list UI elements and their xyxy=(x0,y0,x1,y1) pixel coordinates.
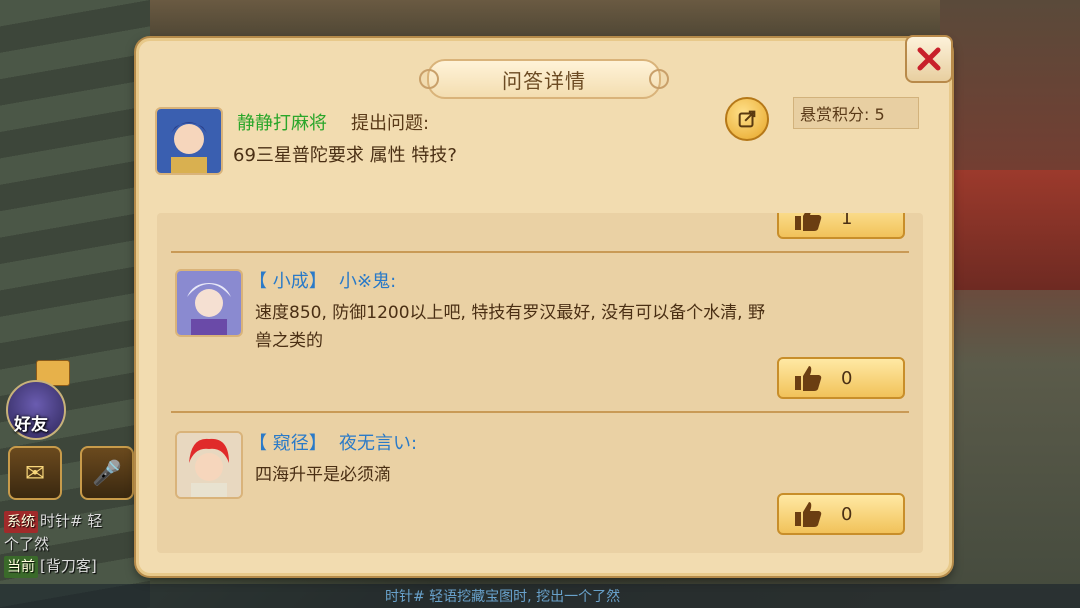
answerer-school: 【 窥径】 xyxy=(249,433,327,454)
like-button[interactable]: 1 xyxy=(777,213,905,239)
asker-avatar[interactable] xyxy=(155,107,223,175)
share-button[interactable] xyxy=(725,97,769,141)
share-icon xyxy=(738,110,756,128)
answerer-school: 【 小成】 xyxy=(249,271,327,292)
divider xyxy=(171,411,909,413)
asker-suffix: 提出问题: xyxy=(351,113,430,134)
chat-text: [背刀客] xyxy=(40,557,97,575)
background-building-right xyxy=(940,0,1080,608)
answer-text-line: 速度850, 防御1200以上吧, 特技有罗汉最好, 没有可以备个水清, 野 xyxy=(255,303,765,323)
answer-text-line: 四海升平是必须滴 xyxy=(255,465,391,485)
chat-text: 个了然 xyxy=(4,535,50,553)
answerer-name[interactable]: 小※鬼: xyxy=(339,267,396,293)
answer-list[interactable]: 1 【 小成】 小※鬼: 速度850, 防御1200以上吧, 特技有罗汉最好, … xyxy=(157,213,923,553)
background-roof xyxy=(945,170,1080,290)
asker-name[interactable]: 静静打麻将 xyxy=(237,109,327,135)
divider xyxy=(171,251,909,253)
question-text: 69三星普陀要求 属性 特技? xyxy=(233,145,457,166)
friend-label: 好友 xyxy=(14,415,48,435)
microphone-icon[interactable]: 🎤 xyxy=(80,446,134,500)
answer-text-line: 兽之类的 xyxy=(255,331,323,351)
like-count: 0 xyxy=(841,503,853,525)
thumbs-up-icon xyxy=(795,366,822,391)
like-button[interactable]: 0 xyxy=(777,493,905,535)
answerer-name[interactable]: 夜无言い: xyxy=(339,429,417,455)
dialog-title: 问答详情 xyxy=(502,68,586,93)
answerer-avatar[interactable] xyxy=(175,269,243,337)
reward-points: 悬赏积分: 5 xyxy=(793,97,919,129)
bottom-chat-strip: 时针# 轻语挖藏宝图时, 挖出一个了然 xyxy=(0,584,1080,608)
background-top xyxy=(150,0,940,40)
chat-line: 系统 时针# 轻 xyxy=(4,510,134,533)
like-count: 1 xyxy=(841,213,853,229)
close-icon xyxy=(917,47,941,71)
title-plate: 问答详情 xyxy=(419,59,669,99)
thumbs-up-icon xyxy=(795,502,822,527)
chat-line: 个了然 xyxy=(4,533,134,555)
thumbs-up-icon xyxy=(795,213,822,231)
chat-bubble-icon[interactable]: ✉ xyxy=(8,446,62,500)
close-button[interactable] xyxy=(905,35,953,83)
like-count: 0 xyxy=(841,367,853,389)
qa-detail-dialog: 问答详情 静静打麻将 提出问题: 69三星普陀要求 属性 特技? 悬赏积分: 5 xyxy=(136,35,953,576)
chat-tag-current: 当前 xyxy=(4,556,38,578)
like-button[interactable]: 0 xyxy=(777,357,905,399)
chat-line: 当前 [背刀客] xyxy=(4,555,134,578)
chat-log: 系统 时针# 轻 个了然 当前 [背刀客] xyxy=(4,510,134,578)
answerer-avatar[interactable] xyxy=(175,431,243,499)
bottom-chat-text: 时针# 轻语挖藏宝图时, 挖出一个了然 xyxy=(385,589,621,605)
chat-tag-system: 系统 xyxy=(4,511,38,533)
chat-text: 时针# 轻 xyxy=(40,512,103,530)
